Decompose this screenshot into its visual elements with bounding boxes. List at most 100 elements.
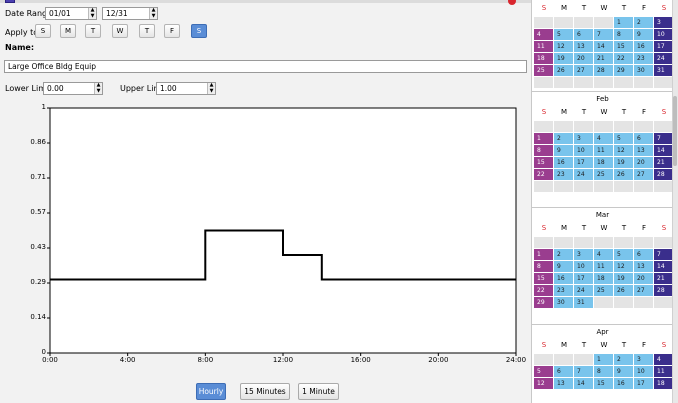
calendar-day-cell[interactable]: 16 xyxy=(614,378,633,389)
calendar-day-cell[interactable]: 2 xyxy=(634,17,653,28)
calendar-day-cell[interactable]: 7 xyxy=(654,249,672,260)
calendar-day-cell[interactable]: 25 xyxy=(594,169,613,180)
end-date-field[interactable]: 12/31 ▲ ▼ xyxy=(102,7,158,20)
calendar-day-cell[interactable]: 5 xyxy=(614,133,633,144)
calendar-day-cell[interactable]: 12 xyxy=(614,145,633,156)
calendar-day-cell[interactable]: 10 xyxy=(654,29,672,40)
calendar-day-cell[interactable]: 22 xyxy=(534,169,553,180)
calendar-day-cell[interactable]: 17 xyxy=(574,273,593,284)
color-swatch-icon[interactable] xyxy=(5,0,15,3)
calendar-day-cell[interactable]: 12 xyxy=(614,261,633,272)
calendar-day-cell[interactable]: 2 xyxy=(554,133,573,144)
calendar-day-cell[interactable]: 5 xyxy=(534,366,553,377)
calendar-day-cell[interactable]: 12 xyxy=(534,378,553,389)
calendar-day-cell[interactable]: 27 xyxy=(574,65,593,76)
15-minutes-button[interactable]: 15 Minutes xyxy=(240,383,290,400)
calendar-day-cell[interactable]: 8 xyxy=(534,145,553,156)
calendar-day-cell[interactable]: 11 xyxy=(534,41,553,52)
calendar-scrollbar-thumb[interactable] xyxy=(673,96,677,166)
end-date-spinner[interactable]: ▲ ▼ xyxy=(149,7,157,19)
calendar-day-cell[interactable]: 29 xyxy=(534,297,553,308)
calendar-day-cell[interactable]: 22 xyxy=(534,285,553,296)
lower-limit-spinner[interactable]: ▲ ▼ xyxy=(94,82,102,94)
calendar-day-cell[interactable]: 6 xyxy=(554,366,573,377)
calendar-day-cell[interactable]: 9 xyxy=(614,366,633,377)
calendar-day-cell[interactable]: 20 xyxy=(574,53,593,64)
calendar-day-cell[interactable]: 28 xyxy=(654,169,672,180)
calendar-day-cell[interactable]: 3 xyxy=(654,17,672,28)
calendar-day-cell[interactable]: 7 xyxy=(594,29,613,40)
calendar-day-cell[interactable]: 13 xyxy=(634,145,653,156)
day-toggle-sunday[interactable]: S xyxy=(35,24,51,38)
calendar-day-cell[interactable]: 5 xyxy=(614,249,633,260)
calendar-day-cell[interactable]: 3 xyxy=(634,354,653,365)
calendar-day-cell[interactable]: 30 xyxy=(634,65,653,76)
calendar-day-cell[interactable]: 14 xyxy=(654,145,672,156)
calendar-day-cell[interactable]: 18 xyxy=(534,53,553,64)
calendar-day-cell[interactable]: 12 xyxy=(554,41,573,52)
calendar-day-cell[interactable]: 24 xyxy=(654,53,672,64)
calendar-day-cell[interactable]: 5 xyxy=(554,29,573,40)
hourly-button[interactable]: Hourly xyxy=(196,383,226,400)
start-date-field[interactable]: 01/01 ▲ ▼ xyxy=(45,7,97,20)
calendar-day-cell[interactable]: 1 xyxy=(534,249,553,260)
upper-limit-spinner[interactable]: ▲ ▼ xyxy=(207,82,215,94)
calendar-day-cell[interactable]: 19 xyxy=(614,157,633,168)
calendar-day-cell[interactable]: 19 xyxy=(554,53,573,64)
calendar-day-cell[interactable]: 11 xyxy=(594,261,613,272)
calendar-day-cell[interactable]: 9 xyxy=(634,29,653,40)
name-field[interactable]: Large Office Bldg Equip xyxy=(4,60,527,73)
calendar-day-cell[interactable]: 2 xyxy=(614,354,633,365)
calendar-day-cell[interactable]: 9 xyxy=(554,145,573,156)
calendar-day-cell[interactable]: 27 xyxy=(634,169,653,180)
calendar-day-cell[interactable]: 4 xyxy=(594,249,613,260)
calendar-day-cell[interactable]: 21 xyxy=(654,157,672,168)
calendar-day-cell[interactable]: 27 xyxy=(634,285,653,296)
day-toggle-saturday[interactable]: S xyxy=(191,24,207,38)
upper-limit-field[interactable]: 1.00 ▲ ▼ xyxy=(156,82,216,95)
calendar-day-cell[interactable]: 8 xyxy=(534,261,553,272)
calendar-day-cell[interactable]: 20 xyxy=(634,157,653,168)
calendar-day-cell[interactable]: 28 xyxy=(594,65,613,76)
calendar-day-cell[interactable]: 15 xyxy=(534,273,553,284)
day-toggle-thursday[interactable]: T xyxy=(139,24,155,38)
start-date-spinner[interactable]: ▲ ▼ xyxy=(88,7,96,19)
calendar-day-cell[interactable]: 26 xyxy=(554,65,573,76)
calendar-day-cell[interactable]: 14 xyxy=(594,41,613,52)
calendar-day-cell[interactable]: 14 xyxy=(574,378,593,389)
calendar-day-cell[interactable]: 26 xyxy=(614,285,633,296)
calendar-day-cell[interactable]: 31 xyxy=(654,65,672,76)
calendar-day-cell[interactable]: 15 xyxy=(534,157,553,168)
calendar-day-cell[interactable]: 8 xyxy=(594,366,613,377)
calendar-day-cell[interactable]: 15 xyxy=(614,41,633,52)
schedule-chart-svg[interactable] xyxy=(0,100,531,372)
calendar-day-cell[interactable]: 13 xyxy=(554,378,573,389)
calendar-day-cell[interactable]: 22 xyxy=(614,53,633,64)
calendar-day-cell[interactable]: 17 xyxy=(654,41,672,52)
calendar-day-cell[interactable]: 7 xyxy=(654,133,672,144)
calendar-day-cell[interactable]: 24 xyxy=(574,169,593,180)
calendar-day-cell[interactable]: 3 xyxy=(574,133,593,144)
calendar-day-cell[interactable]: 25 xyxy=(534,65,553,76)
calendar-day-cell[interactable]: 4 xyxy=(654,354,672,365)
calendar-day-cell[interactable]: 16 xyxy=(554,273,573,284)
calendar-day-cell[interactable]: 19 xyxy=(614,273,633,284)
calendar-day-cell[interactable]: 7 xyxy=(574,366,593,377)
calendar-day-cell[interactable]: 8 xyxy=(614,29,633,40)
lower-limit-field[interactable]: 0.00 ▲ ▼ xyxy=(43,82,103,95)
calendar-day-cell[interactable]: 17 xyxy=(634,378,653,389)
calendar-day-cell[interactable]: 26 xyxy=(614,169,633,180)
calendar-day-cell[interactable]: 9 xyxy=(554,261,573,272)
calendar-day-cell[interactable]: 28 xyxy=(654,285,672,296)
calendar-day-cell[interactable]: 16 xyxy=(554,157,573,168)
calendar-day-cell[interactable]: 25 xyxy=(594,285,613,296)
calendar-day-cell[interactable]: 4 xyxy=(534,29,553,40)
calendar-day-cell[interactable]: 1 xyxy=(534,133,553,144)
calendar-day-cell[interactable]: 20 xyxy=(634,273,653,284)
calendar-day-cell[interactable]: 10 xyxy=(574,261,593,272)
calendar-day-cell[interactable]: 6 xyxy=(634,133,653,144)
calendar-day-cell[interactable]: 16 xyxy=(634,41,653,52)
calendar-day-cell[interactable]: 6 xyxy=(634,249,653,260)
calendar-day-cell[interactable]: 3 xyxy=(574,249,593,260)
calendar-day-cell[interactable]: 14 xyxy=(654,261,672,272)
